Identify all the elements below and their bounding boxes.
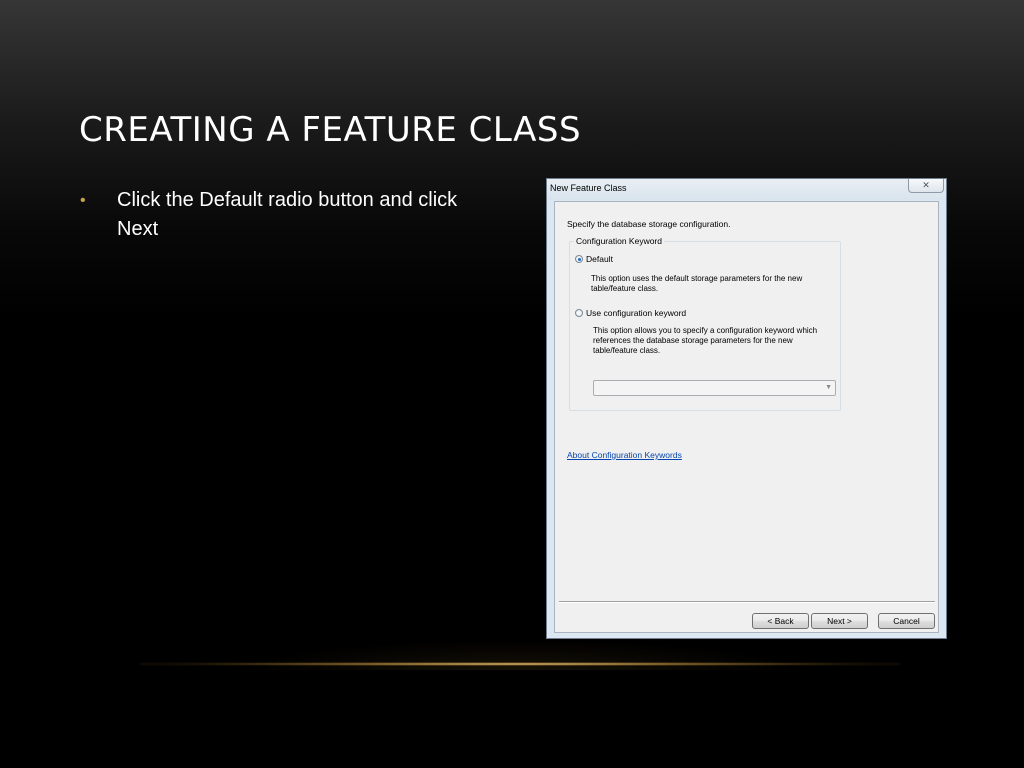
new-feature-class-dialog: New Feature Class ✕ Specify the database… (546, 178, 947, 639)
bullet-text: Click the Default radio button and click… (117, 189, 458, 240)
bullet-item: • Click the Default radio button and cli… (80, 186, 480, 244)
radio-use-keyword-description: This option allows you to specify a conf… (593, 326, 818, 355)
back-button[interactable]: < Back (752, 613, 809, 629)
dialog-title: New Feature Class (550, 183, 627, 193)
about-configuration-keywords-link[interactable]: About Configuration Keywords (567, 450, 682, 460)
instruction-text: Specify the database storage configurati… (567, 219, 731, 229)
next-button[interactable]: Next > (811, 613, 868, 629)
bullet-list: • Click the Default radio button and cli… (80, 186, 480, 244)
cancel-button[interactable]: Cancel (878, 613, 935, 629)
close-icon: ✕ (922, 180, 930, 190)
slide-title: CREATING A FEATURE CLASS (79, 110, 582, 150)
radio-default-label: Default (586, 254, 613, 264)
radio-default[interactable]: Default (575, 254, 613, 264)
dialog-titlebar[interactable]: New Feature Class ✕ (547, 179, 946, 200)
close-button[interactable]: ✕ (908, 179, 944, 193)
radio-use-keyword[interactable]: Use configuration keyword (575, 308, 686, 318)
radio-default-description: This option uses the default storage par… (591, 274, 803, 293)
dialog-client-area: Specify the database storage configurati… (554, 201, 939, 633)
radio-checked-icon[interactable] (575, 255, 583, 263)
configuration-keyword-select[interactable]: ▼ (593, 380, 836, 396)
configuration-keyword-group: Configuration Keyword Default This optio… (569, 236, 841, 411)
radio-unchecked-icon[interactable] (575, 309, 583, 317)
bullet-marker: • (80, 192, 86, 209)
button-separator (559, 601, 935, 603)
decorative-glow-line (140, 662, 900, 666)
radio-use-keyword-label: Use configuration keyword (586, 308, 687, 318)
group-label: Configuration Keyword (574, 236, 664, 246)
chevron-down-icon[interactable]: ▼ (825, 384, 832, 391)
